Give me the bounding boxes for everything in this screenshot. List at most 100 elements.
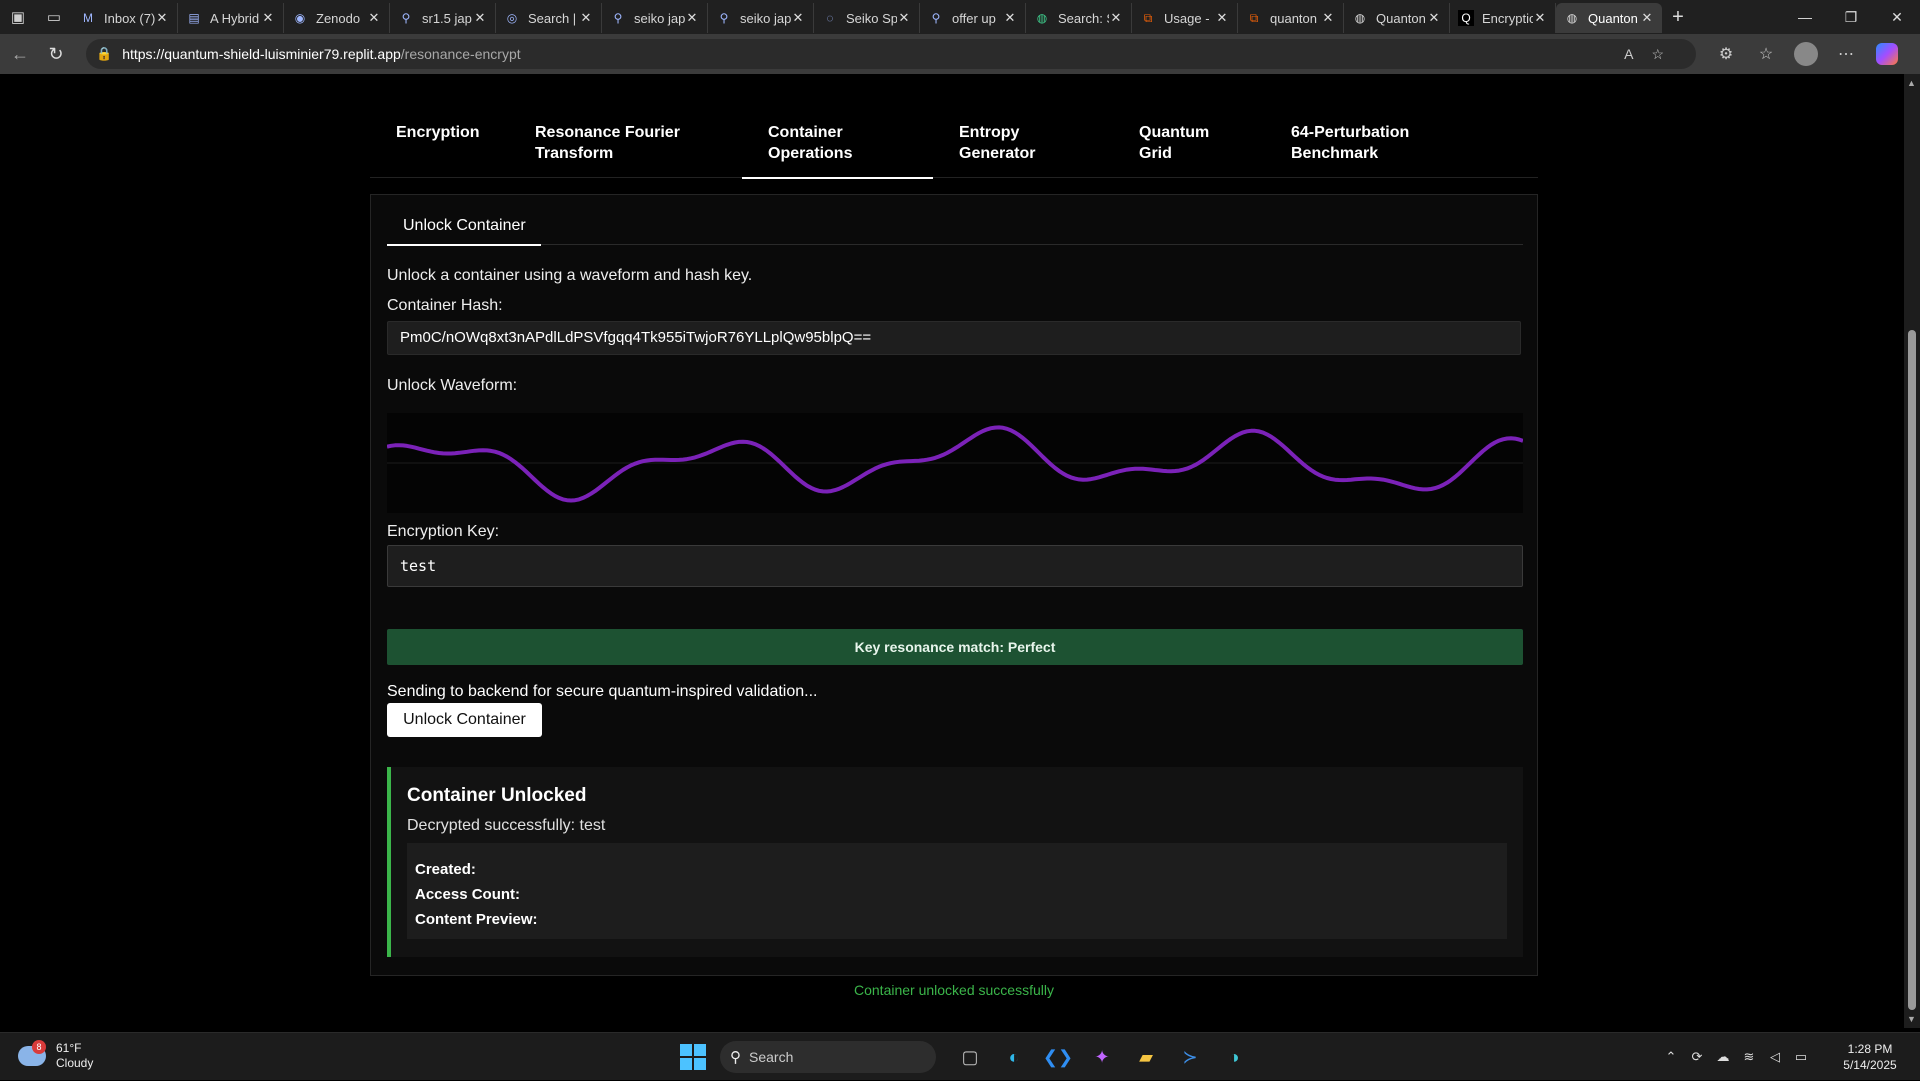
- browser-tab-active[interactable]: ◍ Quanton ✕: [1556, 3, 1662, 33]
- volume-icon[interactable]: ◁: [1762, 1049, 1788, 1065]
- copilot-icon[interactable]: [1876, 43, 1898, 65]
- close-tab-icon[interactable]: ✕: [1215, 10, 1229, 26]
- unlock-waveform-label: Unlock Waveform:: [387, 377, 518, 394]
- browser-tab[interactable]: ⧉ Usage - ✕: [1132, 3, 1238, 33]
- close-tab-icon[interactable]: ✕: [791, 10, 805, 26]
- unlock-container-button[interactable]: Unlock Container: [387, 703, 542, 737]
- new-tab-button[interactable]: +: [1662, 2, 1694, 32]
- system-tray: ⌃ ⟳ ☁ ≋ ◁ ▭ 1:28 PM 5/14/2025: [1658, 1033, 1920, 1081]
- restore-icon[interactable]: ❐: [1828, 0, 1874, 34]
- favorites-icon[interactable]: ☆: [1746, 38, 1786, 70]
- close-tab-icon[interactable]: ✕: [579, 10, 593, 26]
- document-icon: ▤: [188, 11, 200, 25]
- browser-tab[interactable]: ◍ Quanton ✕: [1344, 3, 1450, 33]
- onedrive-icon[interactable]: ☁: [1710, 1049, 1736, 1065]
- waveform-line: [386, 425, 1524, 503]
- browser-tab[interactable]: ◍Search: S✕: [1026, 3, 1132, 33]
- browser-tab[interactable]: ◎ Search | ✕: [496, 3, 602, 33]
- vertical-tabs-icon[interactable]: ▭: [36, 2, 72, 32]
- close-tab-icon[interactable]: ✕: [897, 10, 911, 26]
- close-tab-icon[interactable]: ✕: [685, 10, 699, 26]
- unlock-status-message: Container unlocked successfully: [854, 982, 1054, 998]
- edge-icon[interactable]: ◐: [996, 1039, 1032, 1075]
- start-icon[interactable]: [680, 1044, 706, 1070]
- close-tab-icon[interactable]: ✕: [1109, 10, 1123, 26]
- weather-widget[interactable]: 8 61°F Cloudy: [18, 1040, 94, 1071]
- close-tab-icon[interactable]: ✕: [1427, 10, 1441, 26]
- page-scrollbar[interactable]: ▲ ▼: [1904, 74, 1920, 1028]
- tab-entropy-generator[interactable]: Entropy Generator: [933, 74, 1113, 178]
- tab-encryption[interactable]: Encryption: [370, 74, 509, 178]
- tab-strip: M Inbox (7) ✕ ▤ A Hybrid ✕ ◉ Zenodo ✕ ⚲ sr1.5 j…: [72, 0, 1662, 34]
- weather-desc: Cloudy: [56, 1056, 94, 1070]
- app-nav-tabs: Encryption Resonance Fourier Transform C…: [370, 74, 1538, 179]
- scroll-down-icon[interactable]: ▼: [1907, 1014, 1916, 1024]
- browser-tab[interactable]: ◉ Zenodo ✕: [284, 3, 390, 33]
- read-aloud-favorite-icons[interactable]: A☆: [1624, 46, 1682, 63]
- clock[interactable]: 1:28 PM 5/14/2025: [1820, 1041, 1920, 1073]
- container-hash-field[interactable]: Pm0C/nOWq8xt3nAPdlLdPSVfgqq4Tk955iTwjoR7…: [387, 321, 1521, 355]
- taskbar-search[interactable]: ⚲ Search: [720, 1041, 936, 1073]
- close-tab-icon[interactable]: ✕: [261, 10, 275, 26]
- sync-icon[interactable]: ⟳: [1684, 1049, 1710, 1065]
- powershell-icon[interactable]: ≻: [1172, 1039, 1208, 1075]
- task-view-icon[interactable]: ▢: [952, 1039, 988, 1075]
- browser-tab[interactable]: ▤ A Hybrid ✕: [178, 3, 284, 33]
- workspaces-icon[interactable]: ▣: [0, 2, 36, 32]
- waveform-graphic: [386, 425, 1524, 503]
- browser-tab[interactable]: ◌ Seiko Sp ✕: [814, 3, 920, 33]
- browser-tab[interactable]: ⚲ offer up ✕: [920, 3, 1026, 33]
- close-tab-icon[interactable]: ✕: [473, 10, 487, 26]
- close-tab-icon[interactable]: ✕: [1321, 10, 1335, 26]
- tab-quantum-grid[interactable]: Quantum Grid: [1113, 74, 1265, 178]
- close-tab-icon[interactable]: ✕: [155, 10, 169, 26]
- browser-tab[interactable]: M Inbox (7) ✕: [72, 3, 178, 33]
- profile-avatar-icon[interactable]: [1794, 42, 1818, 66]
- scroll-up-icon[interactable]: ▲: [1907, 78, 1916, 88]
- wifi-icon[interactable]: ≋: [1736, 1049, 1762, 1065]
- close-tab-icon[interactable]: ✕: [1003, 10, 1017, 26]
- tab-unlock-container[interactable]: Unlock Container: [387, 209, 541, 246]
- more-menu-icon[interactable]: ⋯: [1826, 38, 1866, 70]
- close-tab-icon[interactable]: ✕: [367, 10, 381, 26]
- q-icon: Q: [1458, 10, 1474, 26]
- url-field[interactable]: 🔒 https://quantum-shield-luisminier79.re…: [86, 39, 1696, 69]
- created-label: Created:: [415, 861, 476, 878]
- lock-icon[interactable]: 🔒: [96, 46, 112, 62]
- sub-tabs: Unlock Container: [387, 209, 1523, 246]
- loading-icon: ◌: [826, 11, 834, 25]
- close-tab-icon[interactable]: ✕: [1533, 10, 1547, 26]
- browser-tab[interactable]: ⚲ seiko jap ✕: [708, 3, 814, 33]
- tab-container-operations[interactable]: Container Operations: [742, 74, 933, 179]
- tab-resonance-fourier-transform[interactable]: Resonance Fourier Transform: [509, 74, 742, 178]
- battery-icon[interactable]: ▭: [1788, 1049, 1814, 1065]
- clock-date: 5/14/2025: [1843, 1058, 1897, 1072]
- browser-tab[interactable]: ⧉ quanton ✕: [1238, 3, 1344, 33]
- browser-tab[interactable]: ⚲ sr1.5 jap ✕: [390, 3, 496, 33]
- windows-taskbar: 8 61°F Cloudy ⚲ Search ▢ ◐ ❮❯ ✦ ▰ ≻ ◑ ⌃ ⟳…: [0, 1032, 1920, 1080]
- replit-icon: ⧉: [1143, 10, 1153, 25]
- search-icon: ⚲: [719, 11, 729, 25]
- browser-tab[interactable]: ⚲ seiko jap ✕: [602, 3, 708, 33]
- refresh-icon[interactable]: ↻: [40, 38, 72, 70]
- file-explorer-icon[interactable]: ▰: [1128, 1039, 1164, 1075]
- chevron-up-icon[interactable]: ⌃: [1658, 1049, 1684, 1065]
- address-bar-row: ← ↻ 🔒 https://quantum-shield-luisminier7…: [0, 34, 1920, 74]
- encryption-key-field[interactable]: test: [387, 545, 1523, 587]
- notification-badge: 8: [32, 1040, 46, 1054]
- back-arrow-icon[interactable]: ←: [4, 38, 36, 70]
- vscode-icon[interactable]: ❮❯: [1040, 1039, 1076, 1075]
- tab-64-perturbation-benchmark[interactable]: 64-Perturbation Benchmark: [1265, 74, 1465, 178]
- extensions-icon[interactable]: ⚙: [1706, 38, 1746, 70]
- gmail-icon: M: [83, 11, 93, 25]
- edge-dev-icon[interactable]: ◑: [1216, 1039, 1252, 1075]
- search-icon: ⚲: [401, 11, 411, 25]
- result-message: Decrypted successfully: test: [407, 817, 606, 834]
- close-window-icon[interactable]: ✕: [1874, 0, 1920, 34]
- close-tab-icon[interactable]: ✕: [1640, 10, 1654, 26]
- minimize-icon[interactable]: —: [1782, 0, 1828, 34]
- scrollbar-thumb[interactable]: [1908, 330, 1916, 1010]
- copilot-app-icon[interactable]: ✦: [1084, 1039, 1120, 1075]
- search-icon: ⚲: [613, 11, 623, 25]
- browser-tab[interactable]: Q Encryptio ✕: [1450, 3, 1556, 33]
